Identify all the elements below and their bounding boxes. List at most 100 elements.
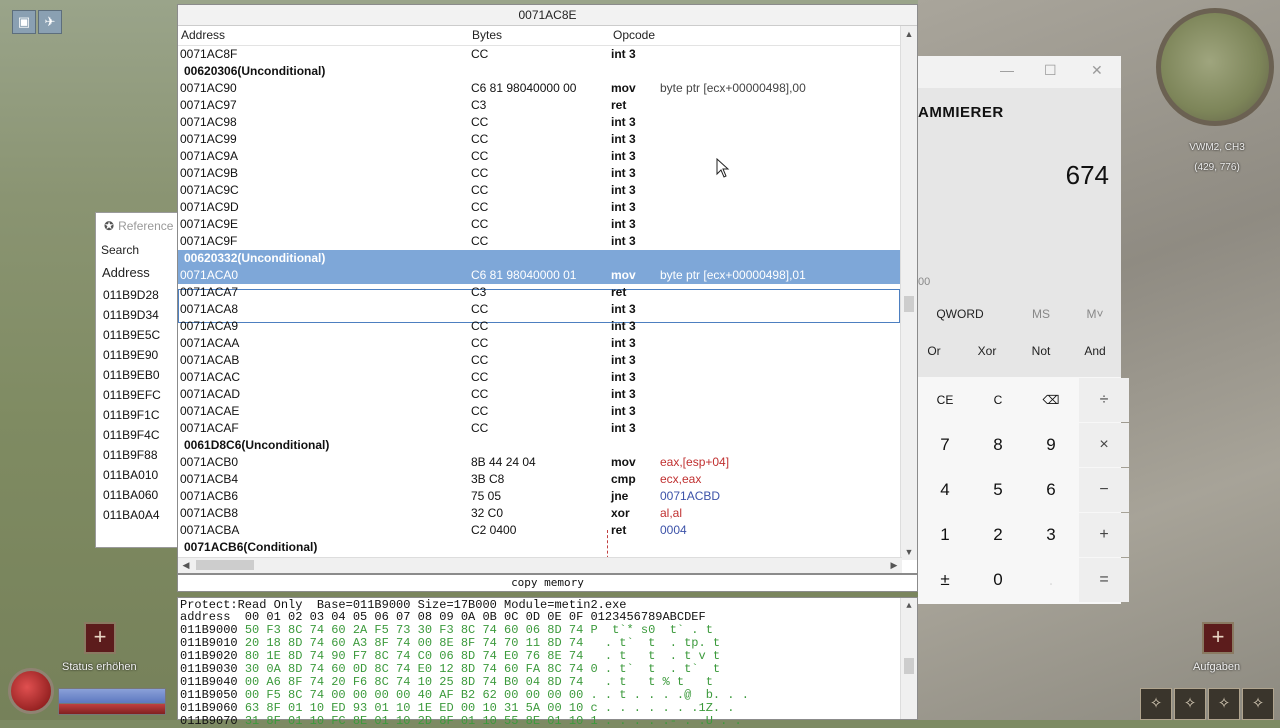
disasm-reference-header[interactable]: 0071ACB6(Conditional) xyxy=(178,539,901,556)
clear-entry-button[interactable]: CE xyxy=(920,378,970,422)
digit-4-button[interactable]: 4 xyxy=(920,468,970,512)
disasm-row[interactable]: 0071ACA7 C3 ret xyxy=(178,284,901,301)
disasm-row[interactable]: 0071AC9E CC int 3 xyxy=(178,216,901,233)
equals-button[interactable]: = xyxy=(1079,558,1129,602)
close-icon[interactable]: ✕ xyxy=(1091,62,1103,79)
disasm-row[interactable]: 0071ACB8 32 C0 xor al,al xyxy=(178,505,901,522)
reference-row[interactable]: 011B9F4C xyxy=(96,425,178,445)
digit-1-button[interactable]: 1 xyxy=(920,513,970,557)
disassembler-vertical-scrollbar[interactable]: ▲ ▼ xyxy=(900,26,917,560)
backspace-icon[interactable]: ⌫ xyxy=(1026,378,1076,422)
minimize-icon[interactable]: — xyxy=(1000,62,1014,78)
digit-0-button[interactable]: 0 xyxy=(973,558,1023,602)
scroll-left-icon[interactable]: ◀ xyxy=(178,558,194,573)
scroll-right-icon[interactable]: ▶ xyxy=(886,558,902,573)
disasm-reference-header[interactable]: 00620306(Unconditional) xyxy=(178,63,901,80)
disasm-row[interactable]: 0071ACB4 3B C8 cmp ecx,eax xyxy=(178,471,901,488)
skill-slot-icon[interactable]: ✧ xyxy=(1140,688,1172,720)
skill-slot-icon[interactable]: ✧ xyxy=(1242,688,1274,720)
column-address[interactable]: Address xyxy=(181,28,225,42)
and-button[interactable]: And xyxy=(1072,333,1118,369)
disasm-reference-header[interactable]: 0061D8C6(Unconditional) xyxy=(178,437,901,454)
negate-button[interactable]: ± xyxy=(920,558,970,602)
reference-row[interactable]: 011B9D34 xyxy=(96,305,178,325)
digit-7-button[interactable]: 7 xyxy=(920,423,970,467)
disassembler-horizontal-scrollbar[interactable]: ◀ ▶ xyxy=(178,557,902,573)
scroll-thumb[interactable] xyxy=(904,658,914,674)
scroll-up-icon[interactable]: ▲ xyxy=(901,26,917,42)
multiply-button[interactable]: × xyxy=(1079,423,1129,467)
memory-list-button[interactable]: M˅ xyxy=(1072,296,1118,332)
screenshot-icon[interactable]: ▣ xyxy=(12,10,36,34)
disasm-row[interactable]: 0071AC9B CC int 3 xyxy=(178,165,901,182)
disasm-row[interactable]: 0071ACA9 CC int 3 xyxy=(178,318,901,335)
not-button[interactable]: Not xyxy=(1018,333,1064,369)
disasm-row[interactable]: 0071ACAB CC int 3 xyxy=(178,352,901,369)
tasks-plus-button[interactable]: + xyxy=(1202,622,1234,654)
calculator-dec-hint: 00 xyxy=(918,276,931,288)
qword-button[interactable]: QWORD xyxy=(930,296,990,332)
digit-9-button[interactable]: 9 xyxy=(1026,423,1076,467)
disasm-row[interactable]: 0071ACAA CC int 3 xyxy=(178,335,901,352)
bird-icon[interactable]: ✈ xyxy=(38,10,62,34)
scroll-thumb[interactable] xyxy=(904,296,914,312)
reference-row[interactable]: 011B9F1C xyxy=(96,405,178,425)
hex-row[interactable]: 011B9070 31 8F 01 10 FC 8E 01 10 2D 8F 0… xyxy=(180,715,742,728)
reference-column-address[interactable]: Address xyxy=(96,261,178,285)
reference-row[interactable]: 011BA060 xyxy=(96,485,178,505)
digit-8-button[interactable]: 8 xyxy=(973,423,1023,467)
maximize-icon[interactable]: ☐ xyxy=(1044,62,1057,79)
reference-search-label[interactable]: Search xyxy=(96,239,178,261)
skill-slot-icon[interactable]: ✧ xyxy=(1174,688,1206,720)
minimap[interactable] xyxy=(1156,8,1274,126)
scroll-down-icon[interactable]: ▼ xyxy=(901,544,917,560)
reference-row[interactable]: 011B9F88 xyxy=(96,445,178,465)
status-plus-button[interactable]: + xyxy=(84,622,116,654)
digit-3-button[interactable]: 3 xyxy=(1026,513,1076,557)
disasm-row[interactable]: 0071ACB0 8B 44 24 04 mov eax,[esp+04] xyxy=(178,454,901,471)
disasm-row[interactable]: 0071AC8F CC int 3 xyxy=(178,46,901,63)
decimal-button[interactable]: . xyxy=(1026,558,1076,602)
plus-button[interactable]: + xyxy=(1079,513,1129,557)
disasm-row[interactable]: 0071ACAE CC int 3 xyxy=(178,403,901,420)
disasm-row[interactable]: 0071AC9D CC int 3 xyxy=(178,199,901,216)
memory-store-button[interactable]: MS xyxy=(1018,296,1064,332)
digit-5-button[interactable]: 5 xyxy=(973,468,1023,512)
column-bytes[interactable]: Bytes xyxy=(472,28,502,42)
disasm-row[interactable]: 0071AC90 C6 81 98040000 00 mov byte ptr [ec… xyxy=(178,80,901,97)
digit-2-button[interactable]: 2 xyxy=(973,513,1023,557)
xor-button[interactable]: Xor xyxy=(964,333,1010,369)
disasm-row[interactable]: 0071ACAC CC int 3 xyxy=(178,369,901,386)
divide-button[interactable]: ÷ xyxy=(1079,378,1129,422)
reference-row[interactable]: 011B9EFC xyxy=(96,385,178,405)
disasm-row[interactable]: 0071AC9A CC int 3 xyxy=(178,148,901,165)
disasm-row[interactable]: 0071ACA0 C6 81 98040000 01 mov byte ptr [ec… xyxy=(178,267,901,284)
or-button[interactable]: Or xyxy=(918,333,950,369)
skill-slot-icon[interactable]: ✧ xyxy=(1208,688,1240,720)
column-opcode[interactable]: Opcode xyxy=(613,28,655,42)
disasm-row[interactable]: 0071ACA8 CC int 3 xyxy=(178,301,901,318)
disasm-row[interactable]: 0071AC98 CC int 3 xyxy=(178,114,901,131)
reference-row[interactable]: 011BA010 xyxy=(96,465,178,485)
hex-vertical-scrollbar[interactable]: ▲ xyxy=(900,598,917,719)
disasm-row[interactable]: 0071ACBA C2 0400 ret 0004 xyxy=(178,522,901,539)
disasm-reference-header[interactable]: 00620332(Unconditional) xyxy=(178,250,901,267)
disasm-row[interactable]: 0071ACAD CC int 3 xyxy=(178,386,901,403)
scroll-up-icon[interactable]: ▲ xyxy=(901,598,917,614)
reference-row[interactable]: 011B9EB0 xyxy=(96,365,178,385)
disasm-row[interactable]: 0071ACAF CC int 3 xyxy=(178,420,901,437)
hscroll-thumb[interactable] xyxy=(196,560,254,570)
copy-memory-button[interactable]: copy memory xyxy=(177,574,918,592)
reference-row[interactable]: 011B9E5C xyxy=(96,325,178,345)
minus-button[interactable]: − xyxy=(1079,468,1129,512)
disasm-row[interactable]: 0071ACB6 75 05 jne 0071ACBD xyxy=(178,488,901,505)
digit-6-button[interactable]: 6 xyxy=(1026,468,1076,512)
reference-row[interactable]: 011BA0A4 xyxy=(96,505,178,525)
reference-row[interactable]: 011B9D28 xyxy=(96,285,178,305)
reference-row[interactable]: 011B9E90 xyxy=(96,345,178,365)
disasm-row[interactable]: 0071AC99 CC int 3 xyxy=(178,131,901,148)
disasm-row[interactable]: 0071AC9C CC int 3 xyxy=(178,182,901,199)
disasm-row[interactable]: 0071AC97 C3 ret xyxy=(178,97,901,114)
clear-button[interactable]: C xyxy=(973,378,1023,422)
disasm-row[interactable]: 0071AC9F CC int 3 xyxy=(178,233,901,250)
